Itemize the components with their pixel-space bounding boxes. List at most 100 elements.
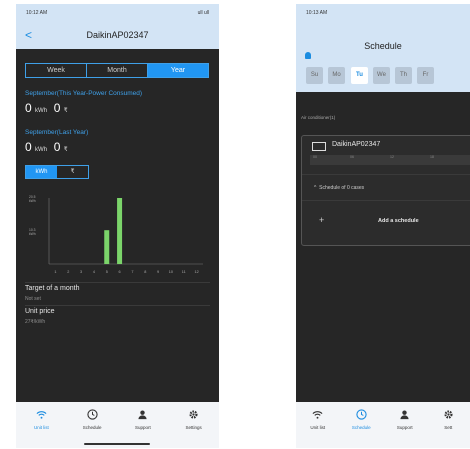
timeline-tick: 12 <box>390 155 394 159</box>
add-schedule-label: Add a schedule <box>378 218 419 224</box>
section-label: Air conditioner(1) <box>301 115 336 120</box>
last-year-kwh: 0 <box>25 140 32 154</box>
unit-price-title: Unit price <box>25 308 55 315</box>
this-year-cost-unit: ₹ <box>63 108 68 114</box>
bottom-nav: Unit list Schedule Support Settings <box>16 402 219 448</box>
bell-icon[interactable] <box>305 52 311 59</box>
day-sunday[interactable]: Su <box>306 67 323 84</box>
target-value: Not set <box>25 296 41 302</box>
x-tick-label: 9 <box>157 270 159 274</box>
chart-bar <box>117 198 123 264</box>
last-year-cost: 0 <box>53 140 61 154</box>
nav-settings[interactable]: Settings <box>168 402 219 448</box>
energy-screen: 10:12 AM ull ull < DaikinAP02347 Week Mo… <box>16 4 219 448</box>
nav-label: Support <box>396 425 413 430</box>
wifi-icon <box>296 409 340 422</box>
add-schedule-button[interactable]: + Add a schedule <box>302 211 470 235</box>
clock-icon <box>340 409 384 422</box>
nav-support[interactable]: Support <box>383 402 427 448</box>
unit-price-value: 27₹/kWh <box>25 319 46 325</box>
person-icon <box>118 409 169 422</box>
tab-month[interactable]: Month <box>87 64 148 77</box>
schedule-card: DaikinAP02347 00 06 12 18 ^ Schedule of … <box>301 135 470 246</box>
person-icon <box>383 409 427 422</box>
last-year-label: September(Last Year) <box>25 129 89 136</box>
nav-label: Support <box>134 425 151 430</box>
day-selector: Su Mo Tu We Th Fr <box>296 60 470 92</box>
x-tick-label: 12 <box>194 270 198 274</box>
app-header: < DaikinAP02347 <box>16 22 219 49</box>
page-title: DaikinAP02347 <box>86 30 149 40</box>
x-tick-label: 5 <box>106 270 108 274</box>
nav-schedule[interactable]: Schedule <box>340 402 384 448</box>
nav-unit-list[interactable]: Unit list <box>16 402 67 448</box>
this-year-kwh: 0 <box>25 101 32 115</box>
x-tick-label: 2 <box>67 270 69 274</box>
unit-toggle: kWh ₹ <box>25 165 89 179</box>
day-friday[interactable]: Fr <box>417 67 434 84</box>
nav-label: Unit list <box>33 425 49 430</box>
home-indicator <box>84 443 150 445</box>
divider <box>25 305 210 306</box>
divider <box>25 282 210 283</box>
day-thursday[interactable]: Th <box>395 67 412 84</box>
schedule-screen: 10:13 AM Schedule Su Mo Tu We Th Fr Air … <box>296 4 470 448</box>
timeline-tick: 18 <box>430 155 434 159</box>
target-title: Target of a month <box>25 285 80 292</box>
timeline-tick: 06 <box>350 155 354 159</box>
y-tick-unit: kWh <box>29 232 36 236</box>
schedule-count-row[interactable]: ^ Schedule of 0 cases <box>314 185 364 191</box>
clock-icon <box>67 409 118 422</box>
last-year-values: 0 kWh 0 ₹ <box>25 140 68 154</box>
nav-schedule[interactable]: Schedule <box>67 402 118 448</box>
status-time: 10:13 AM <box>306 10 328 16</box>
x-tick-label: 10 <box>169 270 173 274</box>
y-tick-unit: kWh <box>29 199 36 203</box>
x-tick-label: 7 <box>131 270 133 274</box>
this-year-label: September(This Year-Power Consumed) <box>25 90 143 97</box>
chevron-up-icon: ^ <box>314 185 317 191</box>
tab-week[interactable]: Week <box>26 64 87 77</box>
toggle-kwh[interactable]: kWh <box>26 166 57 178</box>
day-wednesday[interactable]: We <box>373 67 390 84</box>
divider <box>302 200 470 201</box>
status-bar: 10:12 AM ull ull <box>16 4 219 22</box>
x-tick-label: 4 <box>93 270 95 274</box>
this-year-cost: 0 <box>53 101 61 115</box>
toggle-rupee[interactable]: ₹ <box>57 166 88 178</box>
x-tick-label: 1 <box>54 270 56 274</box>
status-bar: 10:13 AM <box>296 4 470 22</box>
gear-icon <box>427 409 470 422</box>
this-year-kwh-unit: kWh <box>35 108 48 114</box>
status-time: 10:12 AM <box>26 10 48 16</box>
bottom-nav: Unit list Schedule Support Sett <box>296 402 470 448</box>
nav-label: Schedule <box>82 425 102 430</box>
page-title: Schedule <box>364 41 402 51</box>
nav-label: Schedule <box>351 425 371 430</box>
chart-bar <box>104 230 110 264</box>
nav-support[interactable]: Support <box>118 402 169 448</box>
this-year-values: 0 kWh 0 ₹ <box>25 101 68 115</box>
gear-icon <box>168 409 219 422</box>
tab-year[interactable]: Year <box>148 64 208 77</box>
x-tick-label: 6 <box>119 270 121 274</box>
x-tick-label: 8 <box>144 270 146 274</box>
timeline-tick: 00 <box>313 155 317 159</box>
x-tick-label: 11 <box>182 270 186 274</box>
day-tuesday[interactable]: Tu <box>351 67 368 84</box>
schedule-timeline: 00 06 12 18 <box>310 155 470 165</box>
day-monday[interactable]: Mo <box>328 67 345 84</box>
energy-bar-chart: 20.5kWh10.3kWh1 2 3 4 5 6 7 8 9 10 11 12 <box>29 195 203 274</box>
x-tick-label: 3 <box>80 270 82 274</box>
plus-icon: + <box>319 215 325 225</box>
app-header: Schedule <box>296 22 470 60</box>
divider <box>302 174 470 175</box>
nav-settings[interactable]: Sett <box>427 402 470 448</box>
last-year-kwh-unit: kWh <box>35 147 48 153</box>
signal-indicator: ull ull <box>197 10 209 16</box>
period-tabs: Week Month Year <box>25 63 209 78</box>
nav-unit-list[interactable]: Unit list <box>296 402 340 448</box>
wifi-icon <box>16 409 67 422</box>
schedule-count: Schedule of 0 cases <box>319 185 365 191</box>
device-name: DaikinAP02347 <box>332 141 381 148</box>
